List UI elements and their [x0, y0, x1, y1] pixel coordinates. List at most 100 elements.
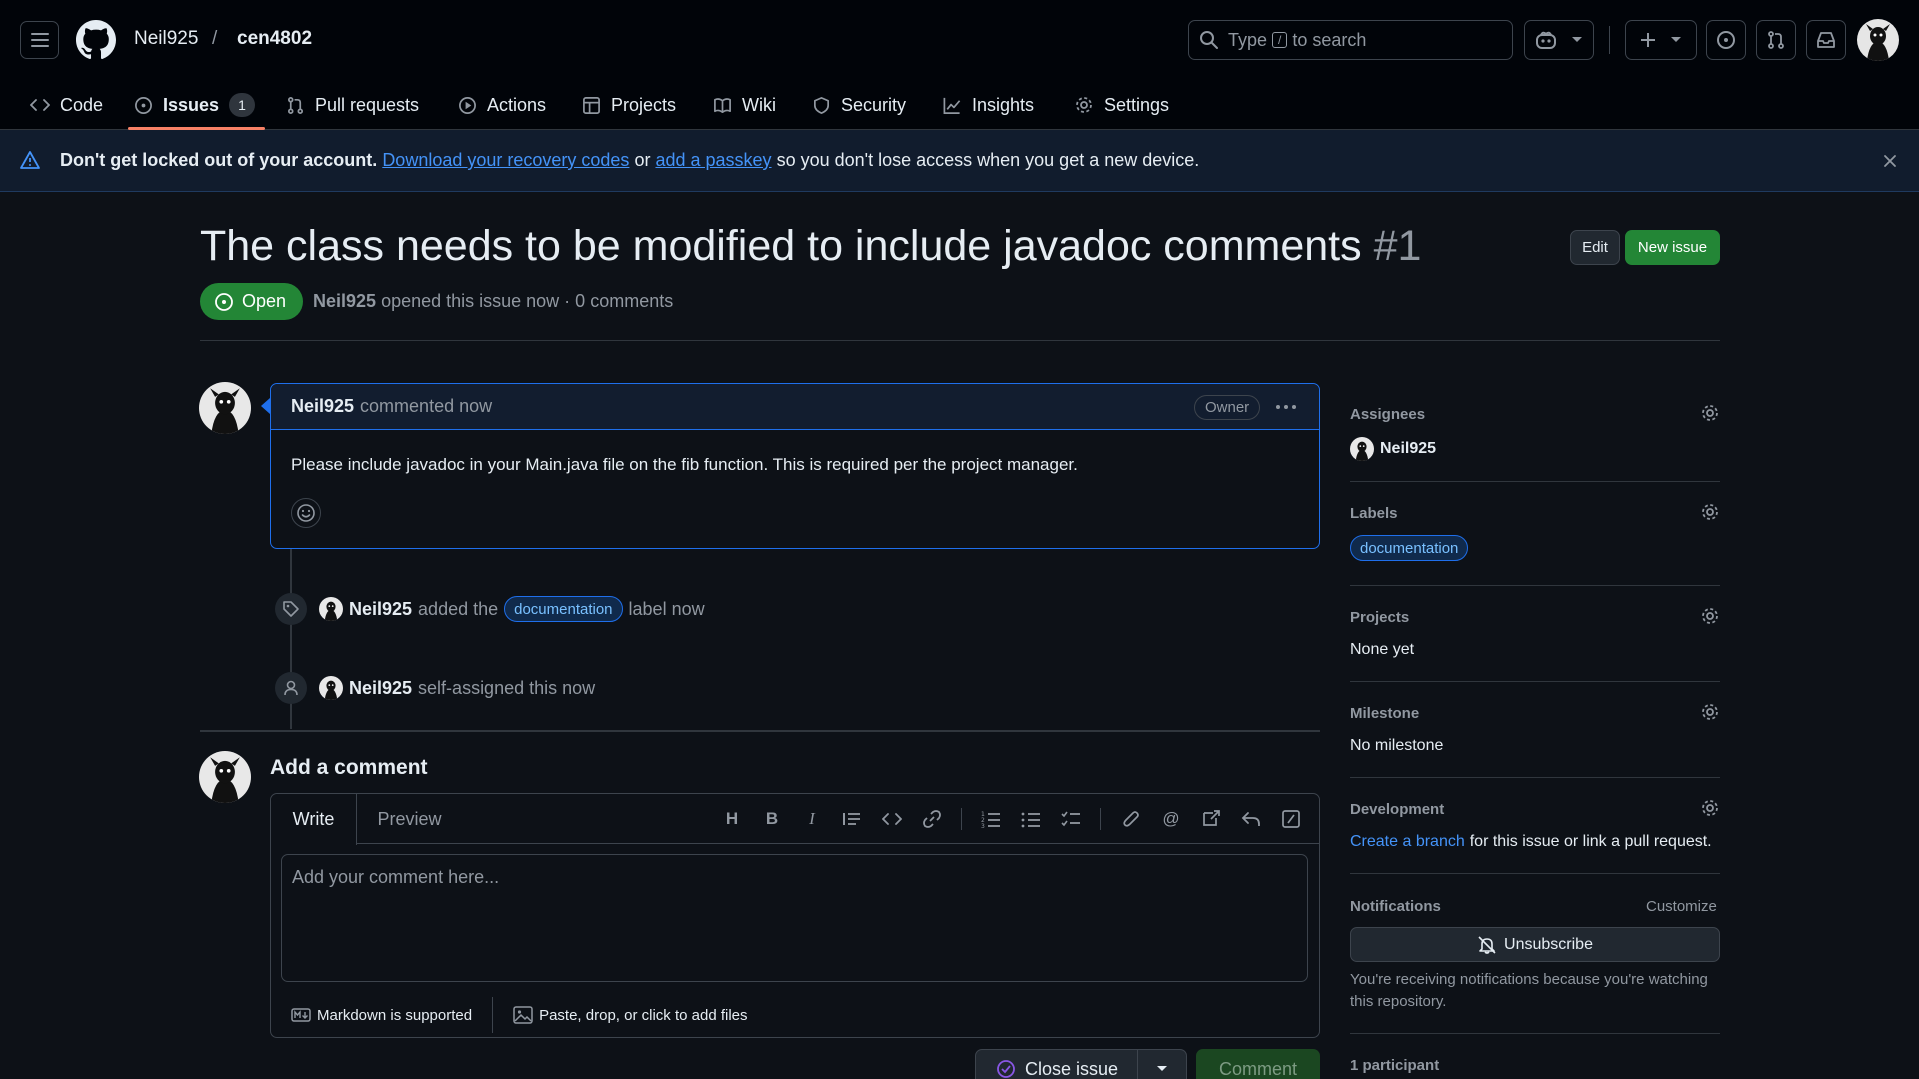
italic-icon[interactable]: I	[800, 807, 824, 831]
repo-owner-link[interactable]: Neil925	[134, 28, 198, 50]
code-icon	[30, 99, 50, 111]
repo-name-link[interactable]: cen4802	[237, 28, 312, 50]
search-input[interactable]: Type / to search	[1188, 20, 1513, 60]
markdown-label: Markdown is supported	[317, 1006, 473, 1024]
markdown-help-link[interactable]: Markdown is supported	[271, 1007, 472, 1024]
tab-label: Insights	[972, 94, 1035, 115]
person-icon	[284, 680, 298, 696]
label-documentation[interactable]: documentation	[504, 596, 623, 622]
reply-icon[interactable]	[1239, 807, 1263, 831]
sidebar-heading: Projects	[1350, 609, 1410, 626]
attach-label: Paste, drop, or click to add files	[539, 1006, 748, 1024]
new-issue-button[interactable]: New issue	[1625, 230, 1720, 265]
toolbar-divider	[961, 808, 962, 830]
task-list-icon[interactable]	[1059, 807, 1083, 831]
repo-tabs: Code Issues 1 Pull requests Actions Proj…	[0, 80, 1919, 130]
heading-icon[interactable]: H	[720, 807, 744, 831]
ordered-list-icon[interactable]: 123	[979, 807, 1003, 831]
menu-button[interactable]	[20, 21, 59, 59]
label-documentation[interactable]: documentation	[1350, 535, 1469, 561]
tab-label: Settings	[1104, 94, 1170, 115]
current-user-avatar[interactable]	[199, 751, 251, 803]
avatar-image-icon	[1866, 24, 1890, 61]
comment-timestamp[interactable]: commented now	[360, 396, 492, 417]
copilot-button[interactable]	[1524, 20, 1594, 60]
projects-value: None yet	[1350, 641, 1415, 658]
tab-settings[interactable]: Settings	[1074, 80, 1169, 130]
create-branch-link[interactable]: Create a branch	[1350, 833, 1465, 851]
issue-comment: Neil925 commented now Owner Please inclu…	[270, 383, 1320, 549]
close-icon[interactable]	[1880, 151, 1900, 171]
tab-insights[interactable]: Insights	[942, 80, 1034, 130]
link-icon[interactable]	[920, 807, 944, 831]
tab-projects[interactable]: Projects	[582, 80, 676, 130]
timeline-end-divider	[200, 730, 1320, 732]
tab-write[interactable]: Write	[271, 794, 357, 845]
close-issue-button[interactable]: Close issue	[975, 1049, 1138, 1079]
gear-icon[interactable]	[1700, 403, 1720, 423]
unordered-list-icon[interactable]	[1019, 807, 1043, 831]
tab-actions[interactable]: Actions	[458, 80, 546, 130]
code-icon[interactable]	[880, 807, 904, 831]
comment-textarea[interactable]	[281, 854, 1308, 982]
tab-wiki[interactable]: Wiki	[713, 80, 776, 130]
tab-issues[interactable]: Issues 1	[127, 80, 266, 130]
add-reaction-button[interactable]	[291, 498, 321, 528]
customize-notifications-link[interactable]: Customize	[1646, 898, 1717, 915]
assignee-item[interactable]: Neil925	[1350, 437, 1436, 461]
avatar-image-icon	[210, 757, 240, 803]
inbox-icon	[1817, 32, 1835, 48]
sidebar-divider	[1350, 1033, 1720, 1034]
bold-icon[interactable]: B	[760, 807, 784, 831]
event-user-link[interactable]: Neil925	[349, 599, 412, 620]
tab-pull-requests[interactable]: Pull requests	[286, 80, 419, 130]
tab-security[interactable]: Security	[812, 80, 906, 130]
pull-requests-shortcut-button[interactable]	[1756, 20, 1796, 60]
cross-reference-icon[interactable]	[1199, 807, 1223, 831]
add-passkey-link[interactable]: add a passkey	[655, 150, 771, 170]
comment-options-button[interactable]	[1271, 397, 1301, 417]
event-user-link[interactable]: Neil925	[349, 678, 412, 699]
hamburger-icon	[30, 33, 49, 47]
comment-submit-button[interactable]: Comment	[1196, 1049, 1320, 1079]
mention-icon[interactable]: @	[1159, 807, 1183, 831]
issues-shortcut-button[interactable]	[1706, 20, 1746, 60]
recovery-codes-link[interactable]: Download your recovery codes	[382, 150, 629, 170]
graph-icon	[943, 97, 961, 114]
slash-commands-icon[interactable]	[1279, 807, 1303, 831]
top-bar: Neil925 / cen4802 Type / to search	[0, 0, 1919, 80]
paperclip-icon[interactable]	[1119, 807, 1143, 831]
comment-body: Please include javadoc in your Main.java…	[291, 455, 1078, 474]
create-new-button[interactable]	[1625, 20, 1697, 60]
avatar-image-icon	[324, 601, 338, 621]
quote-icon[interactable]	[840, 807, 864, 831]
attach-files-button[interactable]: Paste, drop, or click to add files	[493, 1006, 748, 1024]
tab-preview[interactable]: Preview	[357, 794, 462, 844]
gear-icon[interactable]	[1700, 502, 1720, 522]
chevron-down-icon	[1671, 37, 1681, 42]
gear-icon[interactable]	[1700, 798, 1720, 818]
user-avatar[interactable]	[1857, 19, 1899, 61]
gear-icon[interactable]	[1700, 606, 1720, 626]
unsubscribe-button[interactable]: Unsubscribe	[1350, 927, 1720, 962]
global-header: Neil925 / cen4802 Type / to search Code …	[0, 0, 1919, 130]
edit-issue-button[interactable]: Edit	[1570, 230, 1620, 265]
development-value: Create a branch for this issue or link a…	[1350, 833, 1712, 851]
assignee-name: Neil925	[1380, 440, 1437, 457]
issue-author-link[interactable]: Neil925	[313, 291, 376, 311]
close-issue-options-button[interactable]	[1138, 1049, 1187, 1079]
issue-opened-icon	[135, 96, 152, 114]
event-user-avatar[interactable]	[319, 597, 343, 621]
comment-author-avatar[interactable]	[199, 382, 251, 434]
tab-code[interactable]: Code	[30, 80, 103, 130]
svg-text:3: 3	[981, 823, 985, 828]
comment-author-link[interactable]: Neil925	[291, 396, 354, 417]
inbox-button[interactable]	[1806, 20, 1846, 60]
gear-icon[interactable]	[1700, 702, 1720, 722]
event-user-avatar[interactable]	[319, 676, 343, 700]
sidebar-divider	[1350, 585, 1720, 586]
header-divider	[200, 340, 1720, 341]
markdown-icon	[291, 1008, 311, 1022]
editor-toolbar: Write Preview H B I 123 @	[271, 794, 1319, 845]
github-logo-icon[interactable]	[76, 20, 116, 60]
